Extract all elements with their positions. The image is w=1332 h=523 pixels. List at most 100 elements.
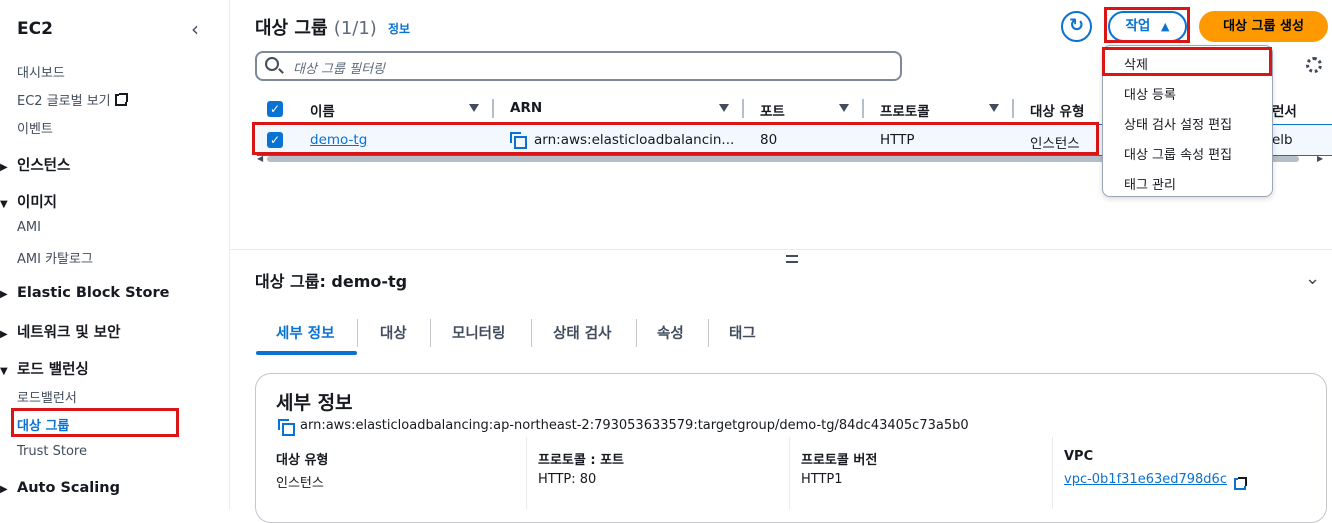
highlight-box: [252, 122, 1099, 155]
menu-item-manage-tags[interactable]: 태그 관리: [1124, 174, 1176, 193]
field-divider: [1052, 437, 1053, 509]
sort-icon[interactable]: [839, 104, 849, 112]
vpc-id: vpc-0b1f31e63ed798d6c: [1064, 472, 1227, 487]
sort-icon[interactable]: [719, 104, 729, 112]
tab-divider: [708, 319, 709, 347]
sidebar-title: EC2: [17, 19, 53, 39]
column-divider[interactable]: [1012, 99, 1014, 118]
title-count: (1/1): [333, 18, 377, 39]
tab-attributes[interactable]: 속성: [657, 322, 684, 343]
external-link-icon: [114, 93, 128, 106]
tab-tags[interactable]: 태그: [729, 322, 756, 343]
column-divider[interactable]: [862, 99, 864, 118]
field-divider: [526, 437, 527, 509]
chevron-down-icon[interactable]: ⌄: [1305, 268, 1320, 289]
column-header-protocol[interactable]: 프로토콜: [880, 100, 930, 120]
caret-right-icon: ▶: [0, 162, 8, 173]
sidebar-item-events[interactable]: 이벤트: [17, 118, 53, 137]
sidebar: EC2 ‹ 대시보드 EC2 글로벌 보기 이벤트 ▶ 인스턴스 ▼ 이미지 AMI…: [0, 0, 230, 509]
tab-divider: [357, 319, 358, 347]
row-load-balancer: elb: [1272, 132, 1293, 148]
details-card: [255, 373, 1327, 523]
field-key-protocol-port: 프로토콜 : 포트: [538, 453, 625, 468]
split-divider: [230, 249, 1332, 250]
section-label: Auto Scaling: [17, 480, 120, 496]
section-label: 인스턴스: [17, 158, 71, 174]
sidebar-item-load-balancers[interactable]: 로드밸런서: [17, 387, 77, 406]
column-header-arn[interactable]: ARN: [510, 100, 542, 116]
highlight-box: [1102, 47, 1272, 76]
tab-details[interactable]: 세부 정보: [276, 322, 334, 343]
caret-down-icon: ▼: [0, 366, 8, 377]
section-label: 네트워크 및 보안: [17, 325, 121, 341]
caret-right-icon: ▶: [0, 289, 8, 300]
title-text: 대상 그룹: [255, 18, 328, 39]
scroll-left-icon[interactable]: ◀: [257, 154, 263, 163]
scroll-right-icon[interactable]: ▶: [1317, 154, 1323, 163]
section-label: Elastic Block Store: [17, 285, 170, 301]
active-tab-indicator: [256, 351, 357, 355]
close-sidebar-icon[interactable]: ‹: [191, 17, 199, 41]
sidebar-section-network[interactable]: ▶ 네트워크 및 보안: [0, 321, 120, 342]
menu-item-edit-attributes[interactable]: 대상 그룹 속성 편집: [1124, 144, 1232, 163]
field-value-protocol-port: HTTP: 80: [538, 472, 597, 487]
sidebar-item-ami[interactable]: AMI: [17, 220, 41, 235]
tab-divider: [636, 319, 637, 347]
field-key-target-type: 대상 유형: [276, 453, 329, 468]
external-link-icon: [1234, 477, 1247, 490]
sidebar-item-label: EC2 글로벌 보기: [17, 94, 111, 109]
search-icon: [265, 57, 279, 71]
menu-item-edit-health-check[interactable]: 상태 검사 설정 편집: [1124, 114, 1232, 133]
target-group-arn: arn:aws:elasticloadbalancing:ap-northeas…: [300, 418, 969, 433]
details-title: 대상 그룹: demo-tg: [255, 272, 408, 291]
tab-monitoring[interactable]: 모니터링: [452, 322, 505, 343]
column-divider[interactable]: [742, 99, 744, 118]
settings-gear-icon[interactable]: [1306, 57, 1322, 73]
caret-down-icon: ▼: [0, 199, 8, 210]
column-divider[interactable]: [492, 99, 494, 118]
section-label: 이미지: [17, 195, 58, 211]
sidebar-section-auto-scaling[interactable]: ▶ Auto Scaling: [0, 480, 120, 496]
sidebar-item-global-view[interactable]: EC2 글로벌 보기: [17, 90, 128, 109]
filter-input[interactable]: 대상 그룹 필터링: [255, 51, 902, 81]
tab-divider: [430, 319, 431, 347]
sidebar-item-dashboard[interactable]: 대시보드: [17, 62, 65, 81]
tab-health-checks[interactable]: 상태 검사: [553, 322, 611, 343]
refresh-icon: ↻: [1068, 15, 1085, 36]
sidebar-section-images[interactable]: ▼ 이미지: [0, 191, 57, 212]
tab-divider: [531, 319, 532, 347]
field-key-protocol-version: 프로토콜 버전: [801, 453, 878, 468]
filter-placeholder: 대상 그룹 필터링: [293, 62, 385, 77]
highlight-box: [11, 408, 179, 437]
create-target-group-button[interactable]: 대상 그룹 생성: [1199, 11, 1328, 42]
menu-item-register-targets[interactable]: 대상 등록: [1124, 84, 1176, 103]
sidebar-section-ebs[interactable]: ▶ Elastic Block Store: [0, 285, 169, 301]
column-header-load-balancer[interactable]: 런서: [1272, 100, 1297, 120]
caret-right-icon: ▶: [0, 484, 8, 495]
field-value-target-type: 인스턴스: [276, 476, 324, 491]
refresh-button[interactable]: ↻: [1061, 11, 1092, 42]
vpc-link[interactable]: vpc-0b1f31e63ed798d6c: [1064, 472, 1227, 487]
field-divider: [789, 437, 790, 509]
highlight-box: [1104, 7, 1190, 43]
sidebar-section-instances[interactable]: ▶ 인스턴스: [0, 154, 70, 175]
column-header-target-type[interactable]: 대상 유형: [1030, 100, 1084, 120]
sidebar-item-trust-store[interactable]: Trust Store: [17, 444, 87, 459]
section-label: 로드 밸런싱: [17, 362, 89, 378]
column-header-port[interactable]: 포트: [760, 100, 785, 120]
resize-handle-icon[interactable]: [786, 255, 798, 263]
page-title: 대상 그룹 (1/1): [255, 14, 377, 40]
sidebar-section-load-balancing[interactable]: ▼ 로드 밸런싱: [0, 358, 89, 379]
info-link[interactable]: 정보: [388, 20, 410, 37]
card-title: 세부 정보: [276, 392, 353, 414]
tab-targets[interactable]: 대상: [380, 322, 407, 343]
column-header-name[interactable]: 이름: [310, 100, 335, 120]
select-all-checkbox[interactable]: ✓: [267, 101, 283, 117]
caret-right-icon: ▶: [0, 329, 8, 340]
field-key-vpc: VPC: [1064, 449, 1094, 464]
copy-icon[interactable]: [278, 419, 295, 436]
sidebar-item-ami-catalog[interactable]: AMI 카탈로그: [17, 248, 93, 267]
sort-icon[interactable]: [989, 104, 999, 112]
sort-icon[interactable]: [469, 104, 479, 112]
field-value-protocol-version: HTTP1: [801, 472, 843, 487]
